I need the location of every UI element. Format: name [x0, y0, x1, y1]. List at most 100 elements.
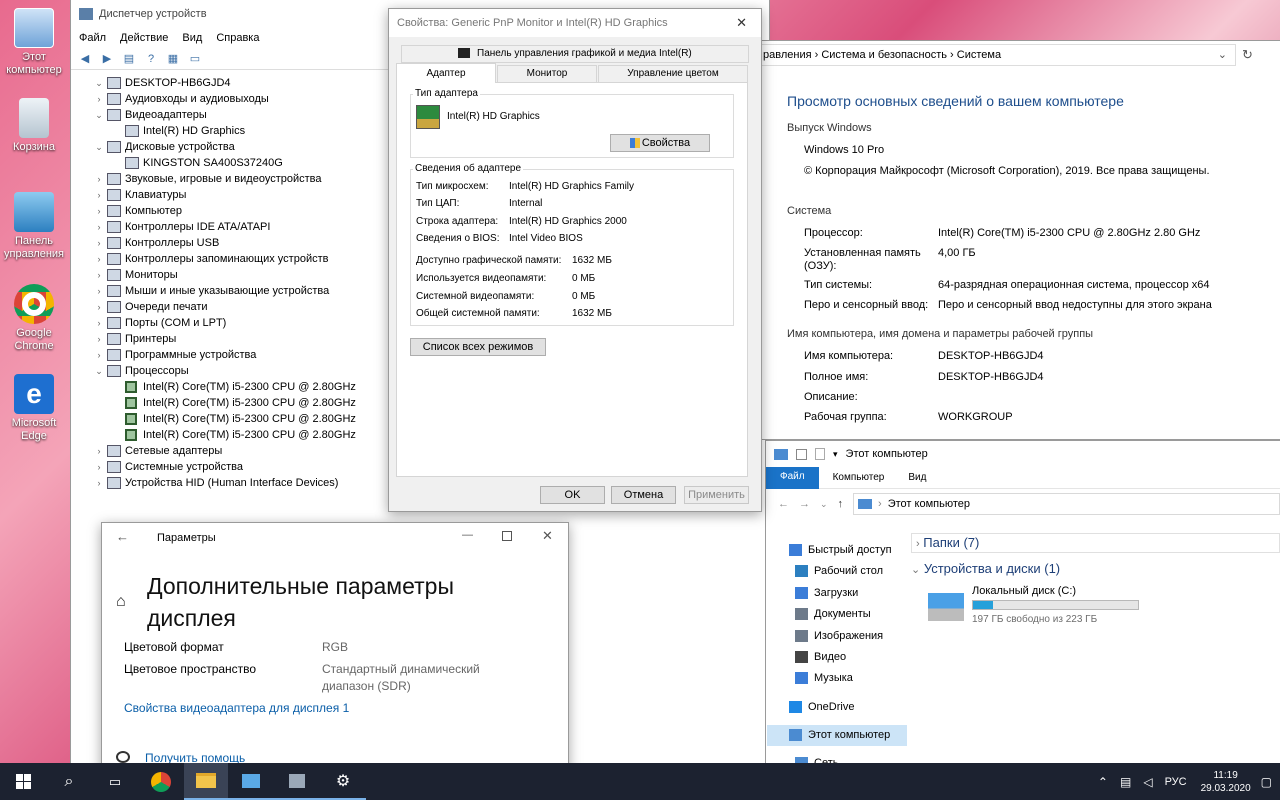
- tree-label: Процессоры: [125, 365, 189, 377]
- mem-shared-value: 1632 МБ: [572, 308, 612, 319]
- chevron-right-icon[interactable]: ›: [93, 219, 105, 235]
- ribbon-tab-view[interactable]: Вид: [898, 472, 936, 483]
- menu-file[interactable]: Файл: [79, 32, 106, 44]
- nav-item[interactable]: Загрузки: [795, 587, 858, 599]
- chevron-right-icon[interactable]: ›: [93, 283, 105, 299]
- ribbon-tab-file[interactable]: Файл: [766, 466, 819, 489]
- tab-color-management[interactable]: Управление цветом: [598, 65, 748, 83]
- chevron-up-icon[interactable]: ⌃: [1098, 775, 1108, 789]
- properties-icon[interactable]: ▤: [121, 51, 137, 67]
- close-icon[interactable]: ✕: [542, 528, 553, 544]
- page-icon[interactable]: [815, 448, 825, 460]
- device-manager-icon: [79, 8, 93, 20]
- chevron-right-icon[interactable]: ›: [93, 187, 105, 203]
- chevron-right-icon[interactable]: ›: [93, 443, 105, 459]
- cpu-value: Intel(R) Core(TM) i5-2300 CPU @ 2.80GHz …: [938, 227, 1201, 239]
- chevron-right-icon[interactable]: ›: [93, 331, 105, 347]
- nav-item[interactable]: Видео: [795, 651, 846, 663]
- explorer-address[interactable]: › Этот компьютер: [853, 493, 1280, 515]
- chevron-right-icon[interactable]: ›: [93, 91, 105, 107]
- nav-item[interactable]: Изображения: [795, 630, 883, 642]
- nav-item[interactable]: Музыка: [795, 672, 853, 684]
- checkbox-icon[interactable]: [796, 448, 807, 460]
- desktop-icon-this-pc[interactable]: Этот компьютер: [2, 8, 66, 77]
- address-bar[interactable]: равления › Система и безопасность › Сист…: [756, 44, 1236, 66]
- chevron-right-icon[interactable]: ›: [93, 251, 105, 267]
- chevron-right-icon[interactable]: ›: [93, 315, 105, 331]
- network-icon[interactable]: ▤: [1120, 775, 1131, 789]
- chevron-down-icon[interactable]: ⌄: [93, 107, 105, 123]
- nav-item[interactable]: Рабочий стол: [795, 565, 883, 577]
- chevron-down-icon[interactable]: ⌄: [93, 363, 105, 379]
- list-all-modes-button[interactable]: Список всех режимов: [410, 338, 546, 356]
- desktop-icon-edge[interactable]: e Microsoft Edge: [2, 374, 66, 443]
- adapter-properties-link[interactable]: Свойства видеоадаптера для дисплея 1: [124, 701, 349, 715]
- adapter-info-group: Сведения об адаптере: [410, 163, 734, 326]
- taskbar-control-panel[interactable]: [228, 763, 274, 800]
- drive-c[interactable]: Локальный диск (C:) 197 ГБ свободно из 2…: [926, 585, 1146, 625]
- device-icon: [107, 205, 121, 217]
- adapter-info-label: Сведения об адаптере: [413, 163, 524, 174]
- adapter-properties-button[interactable]: Свойства: [610, 134, 710, 152]
- home-icon[interactable]: ⌂: [116, 593, 126, 611]
- chevron-right-icon[interactable]: ›: [93, 459, 105, 475]
- close-icon[interactable]: ✕: [736, 15, 747, 31]
- taskbar-explorer[interactable]: [184, 763, 228, 800]
- drives-group[interactable]: ⌄ Устройства и диски (1): [911, 561, 1060, 576]
- taskbar-chrome[interactable]: [138, 763, 184, 800]
- tab-adapter[interactable]: Адаптер: [396, 63, 496, 83]
- nav-item[interactable]: Документы: [795, 608, 871, 620]
- chevron-right-icon[interactable]: ›: [93, 299, 105, 315]
- refresh-icon[interactable]: ↻: [1242, 47, 1253, 63]
- chevron-down-icon[interactable]: ▾: [833, 449, 838, 460]
- taskbar-settings[interactable]: ⚙: [320, 763, 366, 800]
- menu-view[interactable]: Вид: [182, 32, 202, 44]
- taskbar-device-manager[interactable]: [274, 763, 320, 800]
- task-view-button[interactable]: ▭: [92, 763, 138, 800]
- back-arrow-icon[interactable]: ←: [116, 529, 129, 544]
- volume-icon[interactable]: ◁: [1143, 775, 1152, 789]
- chevron-right-icon[interactable]: ›: [93, 203, 105, 219]
- chevron-down-icon[interactable]: ⌄: [93, 139, 105, 155]
- tab-monitor[interactable]: Монитор: [497, 65, 597, 83]
- chevron-right-icon[interactable]: ›: [93, 347, 105, 363]
- menu-help[interactable]: Справка: [216, 32, 259, 44]
- chevron-right-icon[interactable]: ›: [93, 235, 105, 251]
- chevron-down-icon[interactable]: ⌄: [93, 75, 105, 91]
- folders-group[interactable]: › Папки (7): [911, 533, 1280, 553]
- chevron-right-icon[interactable]: ›: [93, 171, 105, 187]
- chevron-down-icon[interactable]: ⌄: [1218, 45, 1227, 65]
- language-indicator[interactable]: РУС: [1165, 776, 1187, 788]
- nav-item[interactable]: Быстрый доступ: [789, 544, 892, 556]
- back-arrow-icon[interactable]: ◀: [77, 51, 93, 67]
- help-icon[interactable]: ?: [143, 51, 159, 67]
- back-arrow-icon[interactable]: ←: [778, 498, 789, 510]
- chevron-right-icon[interactable]: ›: [93, 267, 105, 283]
- cancel-button[interactable]: Отмена: [611, 486, 676, 504]
- windows-logo-icon: [15, 774, 31, 789]
- forward-arrow-icon[interactable]: ▶: [99, 51, 115, 67]
- start-button[interactable]: [0, 763, 46, 800]
- menu-action[interactable]: Действие: [120, 32, 168, 44]
- apply-button[interactable]: Применить: [684, 486, 749, 504]
- device-icon: [107, 141, 121, 153]
- chevron-down-icon[interactable]: ⌄: [820, 499, 828, 510]
- nav-item[interactable]: Этот компьютер: [789, 729, 890, 741]
- view-icon[interactable]: ▦: [165, 51, 181, 67]
- chevron-right-icon[interactable]: ›: [93, 475, 105, 491]
- desktop-icon-recycle-bin[interactable]: Корзина: [2, 98, 66, 154]
- clock[interactable]: 11:19 29.03.2020: [1201, 769, 1251, 795]
- desktop-icon-chrome[interactable]: Google Chrome: [2, 284, 66, 353]
- forward-arrow-icon[interactable]: →: [799, 498, 810, 510]
- notifications-icon[interactable]: ▢: [1261, 775, 1272, 789]
- maximize-icon[interactable]: [502, 531, 512, 541]
- nav-item[interactable]: OneDrive: [789, 701, 854, 713]
- ribbon-tab-computer[interactable]: Компьютер: [819, 472, 899, 483]
- desktop-icon-control-panel[interactable]: Панель управления: [2, 192, 66, 261]
- ok-button[interactable]: OK: [540, 486, 605, 504]
- up-arrow-icon[interactable]: ↑: [838, 498, 844, 510]
- tab-intel-graphics[interactable]: Панель управления графикой и медиа Intel…: [401, 45, 749, 63]
- monitor-icon[interactable]: ▭: [187, 51, 203, 67]
- search-button[interactable]: ⌕: [46, 763, 92, 800]
- minimize-icon[interactable]: —: [462, 529, 473, 541]
